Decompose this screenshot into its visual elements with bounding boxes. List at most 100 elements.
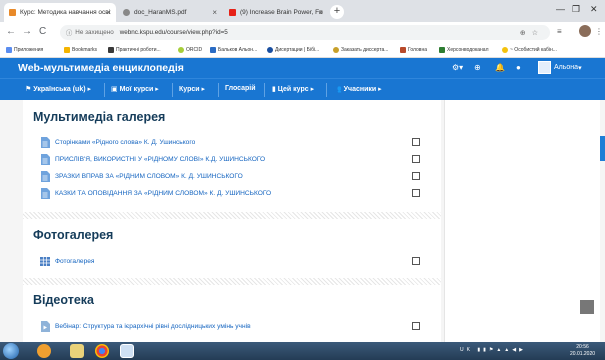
orcid-icon <box>178 47 184 53</box>
menu-this-course[interactable]: ▮ Цей курс ▸ <box>272 85 314 93</box>
browser-tab-strip: Курс: Методика навчання осві × doc_Haran… <box>0 0 605 22</box>
bookmark-item[interactable]: ~ Особистий кабін... <box>502 47 557 53</box>
security-label: Не захищено <box>75 29 114 36</box>
chrome-icon[interactable] <box>95 344 109 358</box>
close-window-icon[interactable]: ✕ <box>590 4 598 15</box>
right-block-column <box>444 100 600 342</box>
clock-date: 20.01.2020 <box>570 351 596 357</box>
page-icon <box>41 171 50 182</box>
close-icon[interactable]: × <box>106 8 111 17</box>
bookmark-item[interactable]: Заказать диссерта... <box>333 47 388 53</box>
user-name: Альона <box>554 64 579 71</box>
gear-icon[interactable]: ⚙▾ <box>452 63 463 72</box>
activity-video[interactable]: Вебінар: Структура та ієрархічні рівні д… <box>40 321 251 332</box>
menu-courses[interactable]: Курси ▸ <box>179 85 205 93</box>
reload-icon[interactable]: C <box>39 26 46 37</box>
activity-page[interactable]: КАЗКИ ТА ОПОВІДАННЯ ЗА «РІДНИМ СЛОВОМ» К… <box>40 188 271 199</box>
tab-course[interactable]: Курс: Методика навчання осві × <box>4 3 116 22</box>
minimize-icon[interactable]: — <box>556 4 565 14</box>
clock[interactable]: 20:56 20.01.2020 <box>570 344 595 358</box>
activity-link[interactable]: ЗРАЗКИ ВПРАВ ЗА «РІДНИМ СЛОВОМ» К. Д. УШ… <box>55 173 243 180</box>
completion-checkbox[interactable] <box>412 322 420 330</box>
tab-label: (9) Increase Brain Power, Fo <box>240 9 323 16</box>
bookmark-item[interactable]: Bookmarks <box>64 47 97 53</box>
section-title: Відеотека <box>33 293 94 307</box>
address-bar[interactable]: ⓘ Не захищено webnc.kspu.edu/course/view… <box>60 25 550 40</box>
bookmark-item[interactable]: Головна <box>400 47 427 53</box>
menu-participants[interactable]: 👥 Учасники ▸ <box>333 85 382 93</box>
youtube-icon <box>229 9 236 16</box>
section-divider <box>23 278 441 285</box>
apps-icon <box>6 47 12 53</box>
maximize-icon[interactable]: ❐ <box>572 4 580 15</box>
file-explorer-icon[interactable] <box>70 344 84 358</box>
omnibox-actions: ⊕☆ <box>520 29 544 37</box>
system-tray: UK ▮▮⚑▲▲◀▶ <box>460 347 526 353</box>
bookmark-item[interactable]: Приложения <box>6 47 43 53</box>
page-content: Мультимедіа галерея Сторінками «Рідного … <box>0 100 605 342</box>
tray-icons[interactable]: ▮▮⚑▲▲◀▶ <box>477 347 526 353</box>
tab-label: doc_HaranMS.pdf <box>134 9 187 16</box>
activity-gallery[interactable]: Фотогалерея <box>40 256 95 267</box>
completion-checkbox[interactable] <box>412 172 420 180</box>
section-title: Мультимедіа галерея <box>33 110 166 124</box>
zoom-icon[interactable]: ⊕ <box>520 30 532 37</box>
activity-page[interactable]: ЗРАЗКИ ВПРАВ ЗА «РІДНИМ СЛОВОМ» К. Д. УШ… <box>40 171 243 182</box>
new-tab-button[interactable]: + <box>330 5 344 19</box>
folder-icon <box>108 47 114 53</box>
chat-icon[interactable]: ● <box>516 63 521 72</box>
site-title[interactable]: Web-мультимедіа енциклопедія <box>18 62 184 74</box>
divider <box>264 83 265 97</box>
profile-avatar[interactable] <box>579 25 591 37</box>
info-icon: ⓘ <box>66 30 73 37</box>
window-app-icon[interactable] <box>120 344 134 358</box>
start-button[interactable] <box>3 343 19 359</box>
bookmark-icon <box>267 47 273 53</box>
extension-icon[interactable]: ≡ <box>557 27 562 36</box>
activity-link[interactable]: КАЗКИ ТА ОПОВІДАННЯ ЗА «РІДНИМ СЛОВОМ» К… <box>55 190 271 197</box>
star-icon[interactable]: ☆ <box>532 30 544 37</box>
activity-link[interactable]: Вебінар: Структура та ієрархічні рівні д… <box>55 323 251 330</box>
menu-my-courses[interactable]: ▣ Мої курси ▸ <box>111 85 159 93</box>
site-header: Web-мультимедіа енциклопедія ⚙▾ ⊕ 🔔 ● Ал… <box>0 58 605 78</box>
bookmark-item[interactable]: Херсонводоканал <box>439 47 489 53</box>
add-icon[interactable]: ⊕ <box>474 63 481 72</box>
bell-icon[interactable]: 🔔 <box>495 63 505 72</box>
back-icon[interactable]: ← <box>6 26 16 37</box>
menu-glossary[interactable]: Глосарій <box>225 85 256 92</box>
activity-page[interactable]: ПРИСЛІВ'Я, ВИКОРИСТНІ У «РІДНОМУ СЛОВІ» … <box>40 154 265 165</box>
scroll-to-top-button[interactable] <box>580 300 594 314</box>
completion-checkbox[interactable] <box>412 189 420 197</box>
language-indicator[interactable]: UK <box>460 347 473 353</box>
activity-link[interactable]: ПРИСЛІВ'Я, ВИКОРИСТНІ У «РІДНОМУ СЛОВІ» … <box>55 156 265 163</box>
section-title: Фотогалерея <box>33 228 114 242</box>
menu-language[interactable]: ⚑ Українська (uk) ▸ <box>25 85 91 93</box>
user-menu[interactable]: Альона ▾ <box>538 61 582 74</box>
activity-link[interactable]: Сторінками «Рідного слова» К. Д. Ушинськ… <box>55 139 195 146</box>
course-sections: Мультимедіа галерея Сторінками «Рідного … <box>23 100 441 342</box>
close-icon[interactable]: × <box>212 8 217 17</box>
activity-page[interactable]: Сторінками «Рідного слова» К. Д. Ушинськ… <box>40 137 195 148</box>
tab-label: Курс: Методика навчання осві <box>20 9 111 16</box>
completion-checkbox[interactable] <box>412 155 420 163</box>
page-icon <box>41 137 50 148</box>
bookmark-icon <box>439 47 445 53</box>
menu-dots-icon[interactable]: ⋮ <box>595 27 603 36</box>
bookmark-item[interactable]: Бальков Альон... <box>210 47 257 53</box>
bookmark-item[interactable]: Дисертации | Бібі... <box>267 47 319 53</box>
media-player-icon[interactable] <box>37 344 51 358</box>
drawer-toggle[interactable] <box>600 136 605 161</box>
activity-link[interactable]: Фотогалерея <box>55 258 95 265</box>
completion-checkbox[interactable] <box>412 257 420 265</box>
close-icon[interactable]: × <box>318 8 323 17</box>
moodle-favicon-icon <box>9 9 16 16</box>
main-menu: ⚑ Українська (uk) ▸ ▣ Мої курси ▸ Курси … <box>0 78 605 100</box>
chevron-down-icon: ▾ <box>578 64 582 72</box>
tab-pdf[interactable]: doc_HaranMS.pdf × <box>118 3 222 22</box>
bookmark-item[interactable]: ORCID <box>178 47 202 53</box>
divider <box>326 83 327 97</box>
completion-checkbox[interactable] <box>412 138 420 146</box>
tab-youtube[interactable]: (9) Increase Brain Power, Fo × <box>224 3 328 22</box>
forward-icon[interactable]: → <box>22 26 32 37</box>
bookmark-item[interactable]: Практичні роботи... <box>108 47 161 53</box>
